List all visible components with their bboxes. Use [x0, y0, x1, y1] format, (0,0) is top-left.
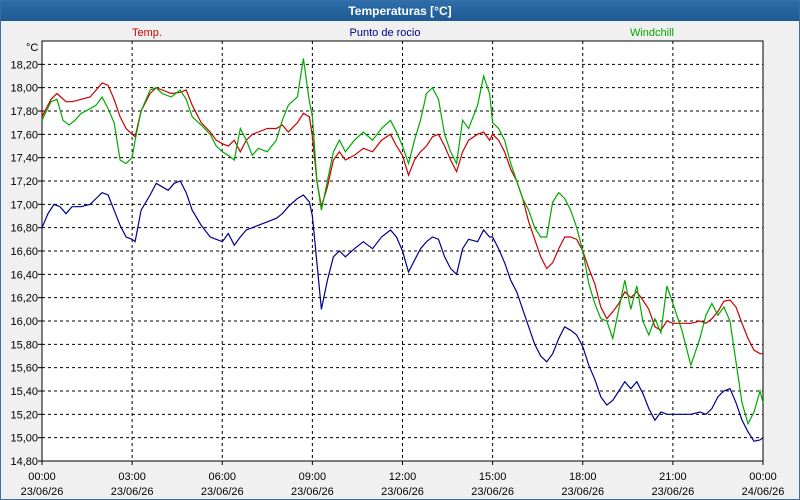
x-tick-time: 00:00	[749, 471, 777, 483]
y-tick-label: 15,20	[10, 409, 38, 421]
x-tick-date: 23/06/26	[561, 486, 604, 498]
x-tick-time: 21:00	[659, 471, 687, 483]
temperature-chart: 14,80 15,00 15,20 15,40 15,60 15,80 16,00 16,20…	[10, 27, 785, 498]
x-tick-date: 23/06/26	[201, 486, 244, 498]
y-tick-label: 17,40	[10, 153, 38, 165]
y-tick-label: 17,80	[10, 106, 38, 118]
x-tick-time: 15:00	[479, 471, 507, 483]
legend-entry: Windchill	[630, 27, 674, 39]
x-tick-time: 06:00	[208, 471, 236, 483]
x-tick-date: 23/06/26	[381, 486, 424, 498]
y-axis-unit: °C	[26, 42, 38, 54]
y-tick-label: 17,00	[10, 199, 38, 211]
y-tick-label: 15,40	[10, 386, 38, 398]
x-tick-time: 18:00	[569, 471, 597, 483]
y-tick-label: 15,60	[10, 363, 38, 375]
x-tick-date: 23/06/26	[651, 486, 694, 498]
y-tick-label: 16,60	[10, 246, 38, 258]
y-tick-label: 18,00	[10, 83, 38, 95]
x-tick-time: 12:00	[389, 471, 417, 483]
x-tick-time: 00:00	[28, 471, 56, 483]
x-tick-date: 23/06/26	[111, 486, 154, 498]
y-tick-label: 17,60	[10, 129, 38, 141]
y-tick-label: 15,80	[10, 339, 38, 351]
x-tick-time: 09:00	[299, 471, 327, 483]
window-title: Temperaturas [°C]	[1, 1, 799, 21]
y-tick-label: 16,00	[10, 316, 38, 328]
y-tick-label: 15,00	[10, 433, 38, 445]
y-tick-label: 16,20	[10, 293, 38, 305]
y-tick-label: 16,40	[10, 269, 38, 281]
x-tick-date: 24/06/26	[742, 486, 785, 498]
x-tick-date: 23/06/26	[21, 486, 64, 498]
legend-entry: Temp.	[132, 27, 162, 39]
x-tick-time: 03:00	[118, 471, 146, 483]
y-tick-label: 17,20	[10, 176, 38, 188]
y-tick-label: 18,20	[10, 59, 38, 71]
y-tick-label: 14,80	[10, 456, 38, 468]
x-tick-date: 23/06/26	[471, 486, 514, 498]
chart-window: Temperaturas [°C] 14,80 15,00 15,20 15,40 15…	[0, 0, 800, 500]
x-tick-date: 23/06/26	[291, 486, 334, 498]
y-tick-label: 16,80	[10, 223, 38, 235]
legend-entry: Punto de rocio	[350, 27, 421, 39]
